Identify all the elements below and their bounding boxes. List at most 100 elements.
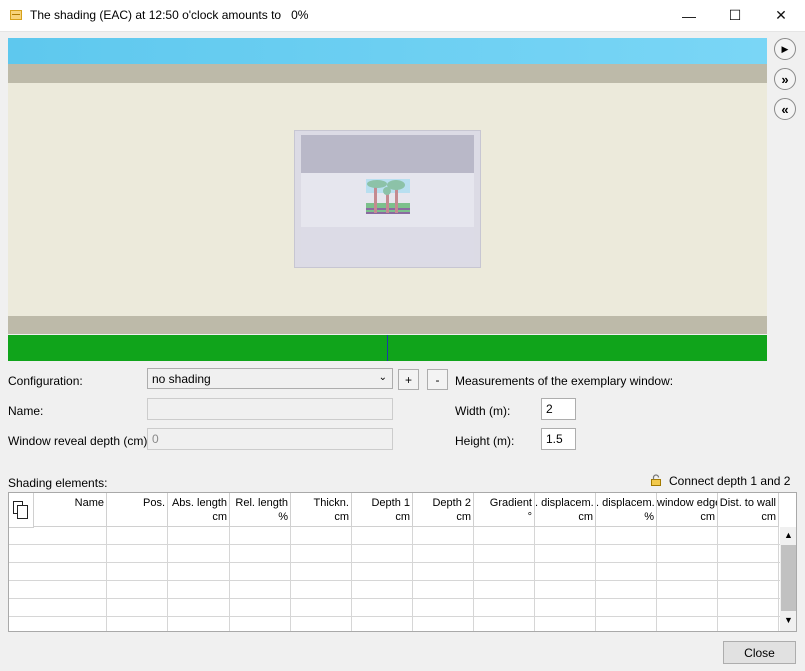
table-cell[interactable] [596,599,657,617]
fast-forward-button[interactable]: » [774,68,796,90]
table-cell[interactable] [352,599,413,617]
table-cell[interactable] [168,581,230,599]
column-header[interactable]: Pos. [107,493,168,527]
table-cell[interactable] [718,527,779,545]
table-cell[interactable] [657,581,718,599]
table-cell[interactable] [168,617,230,631]
connect-depth-label[interactable]: Connect depth 1 and 2 [669,474,790,488]
table-cell[interactable] [596,545,657,563]
close-button[interactable]: Close [723,641,796,664]
play-button[interactable]: ▶ [774,38,796,60]
scroll-down-icon[interactable]: ▼ [784,615,793,625]
column-header[interactable]: Depth 2 cm [413,493,474,527]
table-cell[interactable] [718,581,779,599]
table-cell[interactable] [535,563,596,581]
width-field[interactable]: 2 [541,398,576,420]
table-cell[interactable] [474,527,535,545]
lock-icon[interactable] [650,474,662,486]
table-cell[interactable] [168,599,230,617]
table-cell[interactable] [291,617,352,631]
table-cell[interactable] [230,527,291,545]
table-cell[interactable] [596,581,657,599]
table-cell[interactable] [230,617,291,631]
table-cell[interactable] [657,617,718,631]
table-cell[interactable] [718,563,779,581]
table-cell[interactable] [718,599,779,617]
configuration-select[interactable]: no shading ⌄ [147,368,393,389]
table-row[interactable] [9,599,780,617]
column-header[interactable]: . displacem. cm [535,493,596,527]
table-cell[interactable] [291,563,352,581]
table-cell[interactable] [474,599,535,617]
table-cell[interactable] [291,599,352,617]
table-cell[interactable] [596,617,657,631]
table-cell[interactable] [352,563,413,581]
table-cell[interactable] [107,581,168,599]
table-cell[interactable] [657,563,718,581]
table-cell[interactable] [33,545,107,563]
table-row[interactable] [9,545,780,563]
table-row[interactable] [9,563,780,581]
table-cell[interactable] [33,581,107,599]
maximize-button[interactable]: ☐ [712,0,758,31]
table-cell[interactable] [107,545,168,563]
remove-configuration-button[interactable]: - [427,369,448,390]
table-cell[interactable] [474,563,535,581]
rewind-button[interactable]: « [774,98,796,120]
minimize-button[interactable]: — [666,0,712,31]
table-cell[interactable] [535,527,596,545]
table-row[interactable] [9,581,780,599]
close-window-button[interactable]: ✕ [758,0,804,31]
table-cell[interactable] [535,581,596,599]
name-field[interactable] [147,398,393,420]
table-cell[interactable] [474,545,535,563]
table-cell[interactable] [107,599,168,617]
reveal-depth-field[interactable]: 0 [147,428,393,450]
table-cell[interactable] [291,545,352,563]
table-cell[interactable] [535,599,596,617]
table-cell[interactable] [657,527,718,545]
table-cell[interactable] [596,527,657,545]
column-header[interactable]: Name [33,493,107,527]
column-header[interactable]: Gradient ° [474,493,535,527]
table-cell[interactable] [168,545,230,563]
table-cell[interactable] [33,527,107,545]
table-cell[interactable] [352,545,413,563]
table-cell[interactable] [474,581,535,599]
add-configuration-button[interactable]: + [398,369,419,390]
copy-icon[interactable] [9,493,34,528]
height-field[interactable]: 1.5 [541,428,576,450]
column-header[interactable]: window edge cm [657,493,718,527]
table-cell[interactable] [535,617,596,631]
table-cell[interactable] [413,581,474,599]
scroll-up-icon[interactable]: ▲ [784,530,793,540]
table-cell[interactable] [718,617,779,631]
table-cell[interactable] [413,527,474,545]
table-cell[interactable] [107,527,168,545]
table-cell[interactable] [230,581,291,599]
table-cell[interactable] [230,599,291,617]
table-cell[interactable] [33,563,107,581]
table-cell[interactable] [535,545,596,563]
column-header[interactable]: Depth 1 cm [352,493,413,527]
table-cell[interactable] [291,581,352,599]
column-header[interactable]: . displacem.% [596,493,657,527]
table-cell[interactable] [413,617,474,631]
table-cell[interactable] [596,563,657,581]
vertical-scrollbar[interactable]: ▲ ▼ [780,527,796,631]
table-row[interactable] [9,527,780,545]
table-cell[interactable] [413,563,474,581]
table-cell[interactable] [474,617,535,631]
scroll-thumb[interactable] [781,545,796,611]
table-cell[interactable] [33,617,107,631]
table-cell[interactable] [230,563,291,581]
shading-elements-table[interactable]: Name Pos. Abs. length cm Rel. length% Thickn.… [8,492,797,632]
table-cell[interactable] [291,527,352,545]
table-cell[interactable] [413,545,474,563]
table-cell[interactable] [33,599,107,617]
column-header[interactable]: Dist. to wall cm [718,493,779,527]
table-row[interactable] [9,617,780,631]
column-header[interactable]: Abs. length cm [168,493,230,527]
table-cell[interactable] [168,563,230,581]
table-cell[interactable] [168,527,230,545]
